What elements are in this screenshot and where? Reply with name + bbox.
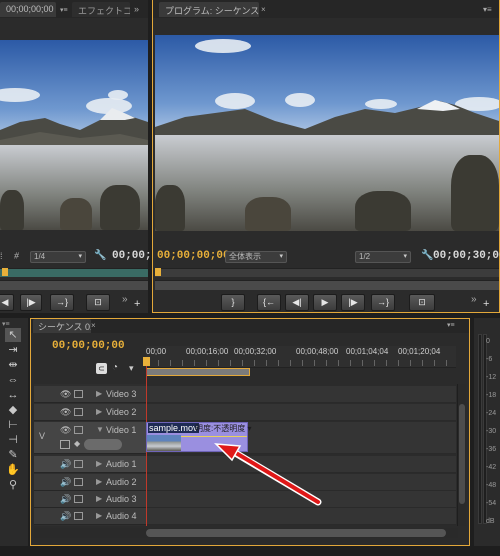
- meter-label-6: -6: [486, 356, 493, 363]
- meter-unit-label: dB: [486, 518, 495, 525]
- meter-label-36: -36: [486, 446, 497, 453]
- meter-label-12: -12: [486, 374, 497, 381]
- annotation-arrow: [214, 443, 322, 506]
- vscroll-thumb[interactable]: [459, 404, 465, 504]
- meter-label-42: -42: [486, 464, 497, 471]
- meter-label-54: -54: [486, 500, 497, 507]
- meter-label-18: -18: [486, 392, 497, 399]
- meter-label-0: 0: [486, 338, 490, 345]
- hscroll-thumb[interactable]: [146, 529, 446, 537]
- meter-label-24: -24: [486, 410, 497, 417]
- meter-label-30: -30: [486, 428, 497, 435]
- timeline-hscroll[interactable]: [34, 528, 458, 538]
- meter-bar-left: [478, 334, 482, 524]
- meter-label-48: -48: [486, 482, 497, 489]
- timeline-vscroll[interactable]: [457, 384, 466, 526]
